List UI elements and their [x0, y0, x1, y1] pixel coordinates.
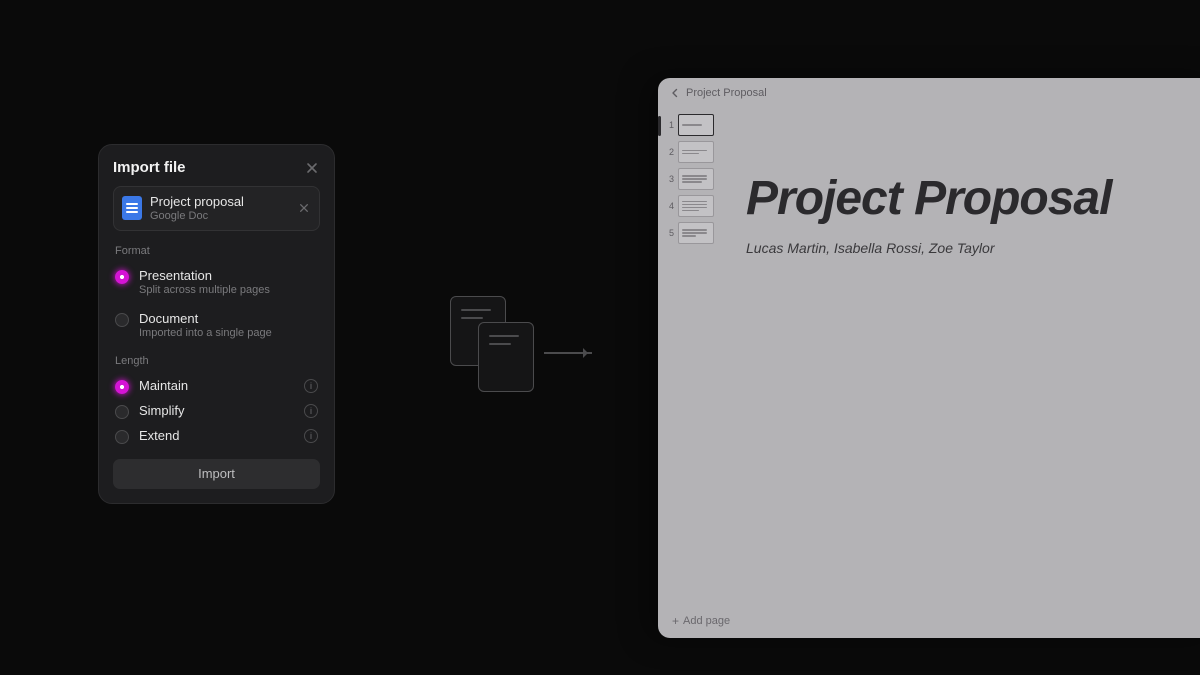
radio-icon [115, 430, 129, 444]
thumbnail[interactable]: 3 [666, 168, 720, 190]
thumb-number: 4 [666, 201, 674, 211]
option-title: Extend [139, 428, 294, 444]
dialog-title: Import file [113, 159, 186, 176]
option-subtitle: Imported into a single page [139, 327, 318, 341]
format-option-document[interactable]: Document Imported into a single page [113, 308, 320, 351]
page-front-icon [478, 322, 534, 392]
format-option-presentation[interactable]: Presentation Split across multiple pages [113, 265, 320, 308]
radio-icon [115, 313, 129, 327]
thumb-number: 2 [666, 147, 674, 157]
length-option-extend[interactable]: Extend i [113, 425, 320, 450]
thumbnail[interactable]: 1 [666, 114, 720, 136]
info-icon[interactable]: i [304, 404, 318, 418]
thumb-preview [678, 168, 714, 190]
preview-window: Project Proposal 1 2 3 4 5 Project Proposal … [658, 78, 1200, 638]
slide-title: Project Proposal [746, 174, 1200, 224]
plus-icon: + [672, 614, 679, 628]
file-texts: Project proposal Google Doc [150, 194, 289, 223]
add-page-button[interactable]: + Add page [672, 614, 730, 628]
file-name: Project proposal [150, 194, 289, 210]
thumbnail[interactable]: 4 [666, 195, 720, 217]
dialog-header: Import file [113, 159, 320, 176]
thumb-number: 1 [666, 120, 674, 130]
thumb-preview [678, 222, 714, 244]
radio-icon [115, 270, 129, 284]
format-section-label: Format [115, 245, 320, 257]
length-option-simplify[interactable]: Simplify i [113, 400, 320, 425]
option-subtitle: Split across multiple pages [139, 284, 318, 298]
thumb-preview [678, 141, 714, 163]
preview-header: Project Proposal [658, 78, 1200, 108]
import-file-dialog: Import file Project proposal Google Doc … [98, 144, 335, 504]
breadcrumb[interactable]: Project Proposal [686, 87, 767, 99]
thumb-number: 3 [666, 174, 674, 184]
import-button[interactable]: Import [113, 459, 320, 489]
option-title: Presentation [139, 268, 318, 284]
google-doc-icon [122, 196, 142, 220]
info-icon[interactable]: i [304, 429, 318, 443]
length-section-label: Length [115, 355, 320, 367]
thumb-preview [678, 195, 714, 217]
radio-icon [115, 380, 129, 394]
option-title: Document [139, 311, 318, 327]
length-option-maintain[interactable]: Maintain i [113, 375, 320, 400]
transform-illustration [450, 296, 600, 406]
option-title: Maintain [139, 378, 294, 394]
arrow-right-icon [544, 352, 592, 354]
info-icon[interactable]: i [304, 379, 318, 393]
option-title: Simplify [139, 403, 294, 419]
thumbnail-strip: 1 2 3 4 5 [658, 108, 720, 638]
active-marker [658, 116, 661, 136]
thumbnail[interactable]: 2 [666, 141, 720, 163]
thumbnail[interactable]: 5 [666, 222, 720, 244]
remove-file-icon[interactable] [297, 199, 311, 218]
thumb-preview [678, 114, 714, 136]
file-type: Google Doc [150, 210, 289, 223]
thumb-number: 5 [666, 228, 674, 238]
close-icon[interactable] [304, 160, 320, 176]
slide-canvas: Project Proposal Lucas Martin, Isabella … [720, 108, 1200, 638]
chevron-left-icon[interactable] [670, 88, 680, 98]
radio-icon [115, 405, 129, 419]
selected-file-chip: Project proposal Google Doc [113, 186, 320, 231]
slide-authors: Lucas Martin, Isabella Rossi, Zoe Taylor [746, 240, 1200, 256]
add-page-label: Add page [683, 615, 730, 627]
